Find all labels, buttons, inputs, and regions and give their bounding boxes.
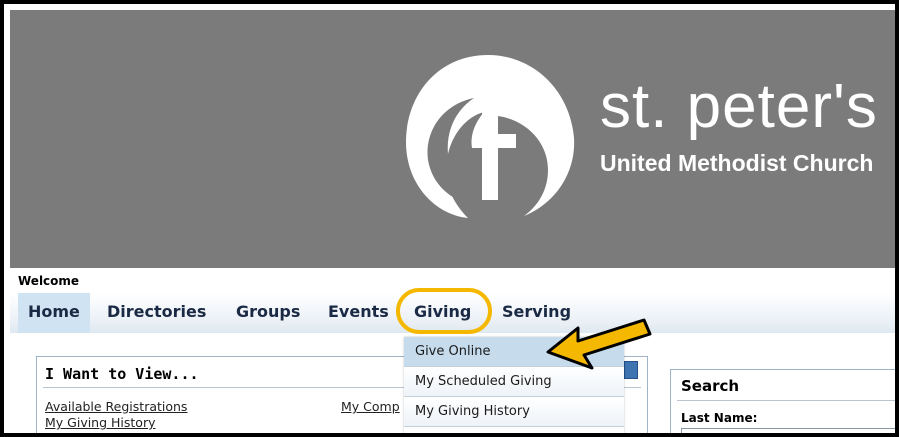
- link-my-comp[interactable]: My Comp: [341, 399, 400, 414]
- link-available-registrations[interactable]: Available Registrations: [45, 399, 187, 414]
- screenshot-frame: st. peter's United Methodist Church Welc…: [0, 0, 899, 437]
- link-my-giving-history[interactable]: My Giving History: [45, 415, 156, 430]
- search-title: Search: [681, 377, 740, 395]
- main-nav: Home Directories Groups Events Giving Se…: [10, 293, 895, 333]
- nav-giving[interactable]: Giving: [414, 293, 471, 333]
- nav-events[interactable]: Events: [328, 293, 389, 333]
- last-name-input[interactable]: [681, 428, 895, 433]
- brand-name: st. peter's: [600, 72, 878, 141]
- panel-title: I Want to View...: [45, 365, 199, 383]
- church-logo-icon: [406, 55, 575, 218]
- menu-item-my-giving-history[interactable]: My Giving History: [404, 397, 624, 427]
- nav-directories[interactable]: Directories: [107, 293, 206, 333]
- nav-groups[interactable]: Groups: [236, 293, 300, 333]
- search-panel: Search Last Name:: [670, 369, 895, 433]
- nav-home[interactable]: Home: [18, 293, 90, 333]
- brand-subtitle: United Methodist Church: [600, 150, 874, 176]
- welcome-label: Welcome: [18, 274, 80, 288]
- panel-divider: [677, 400, 895, 401]
- pointer-arrow-icon: [546, 318, 652, 370]
- site-header: st. peter's United Methodist Church: [10, 10, 895, 268]
- last-name-label: Last Name:: [681, 411, 758, 425]
